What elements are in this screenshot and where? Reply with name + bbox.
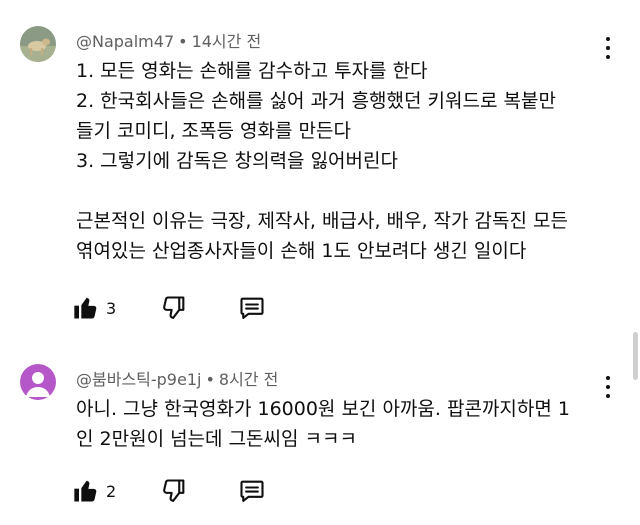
- thumbs-up-icon: [74, 297, 97, 319]
- reply-icon: [240, 480, 264, 502]
- dislike-button[interactable]: [160, 292, 188, 324]
- comment-2: @붐바스틱-p9e1j • 8시간 전 아니. 그냥 한국영화가 16000원 보긴…: [0, 340, 640, 525]
- comment-line: 아니. 그냥 한국영화가 16000원 보긴 아까움. 팝콘까지하면 1: [76, 398, 570, 420]
- comment-meta: @Napalm47 • 14시간 전: [76, 28, 261, 52]
- comment-line: 2. 한국회사들은 손해를 싫어 과거 흥행했던 키워드로 복붙만: [76, 90, 556, 112]
- thumbs-down-icon: [163, 296, 185, 319]
- comment-author[interactable]: @Napalm47: [76, 32, 174, 51]
- thumbs-down-icon: [163, 479, 185, 502]
- comment-actions: 2: [72, 475, 292, 507]
- dog-photo-avatar: [20, 26, 56, 62]
- comment-1: @Napalm47 • 14시간 전 1. 모든 영화는 손해를 감수하고 투자를 …: [0, 0, 640, 340]
- meta-separator: •: [205, 370, 215, 389]
- avatar[interactable]: [20, 26, 56, 62]
- default-person-avatar: [20, 364, 56, 400]
- reply-icon: [240, 297, 264, 319]
- comment-line: 1. 모든 영화는 손해를 감수하고 투자를 한다: [76, 60, 428, 82]
- comment-line: 엮여있는 산업종사자들이 손해 1도 안보려다 생긴 일이다: [76, 240, 527, 262]
- meta-separator: •: [178, 32, 188, 51]
- like-count: 2: [106, 481, 117, 501]
- like-count: 3: [106, 298, 117, 318]
- comment-line: 근본적인 이유는 극장, 제작사, 배급사, 배우, 작가 감독진 모든: [76, 210, 568, 232]
- comment-time[interactable]: 14시간 전: [192, 32, 262, 51]
- reply-button[interactable]: [238, 292, 266, 324]
- comment-body: 1. 모든 영화는 손해를 감수하고 투자를 한다 2. 한국회사들은 손해를 …: [76, 56, 616, 266]
- scrollbar[interactable]: [633, 332, 638, 380]
- dislike-button[interactable]: [160, 475, 188, 507]
- comment-body: 아니. 그냥 한국영화가 16000원 보긴 아까움. 팝콘까지하면 1 인 2…: [76, 394, 616, 454]
- comment-line: 인 2만원이 넘는데 그돈씨임 ㅋㅋㅋ: [76, 428, 357, 450]
- avatar[interactable]: [20, 364, 56, 400]
- thumbs-up-icon: [74, 480, 97, 502]
- comment-author[interactable]: @붐바스틱-p9e1j: [76, 370, 201, 389]
- like-button[interactable]: 3: [72, 292, 116, 324]
- comment-meta: @붐바스틱-p9e1j • 8시간 전: [76, 366, 278, 390]
- like-button[interactable]: 2: [72, 475, 116, 507]
- comment-actions: 3: [72, 292, 292, 324]
- comment-line: 3. 그렇기에 감독은 창의력을 잃어버린다: [76, 150, 398, 172]
- comment-line: [76, 176, 616, 206]
- comment-line: 들기 코미디, 조폭등 영화를 만든다: [76, 120, 351, 142]
- reply-button[interactable]: [238, 475, 266, 507]
- comment-time[interactable]: 8시간 전: [219, 370, 278, 389]
